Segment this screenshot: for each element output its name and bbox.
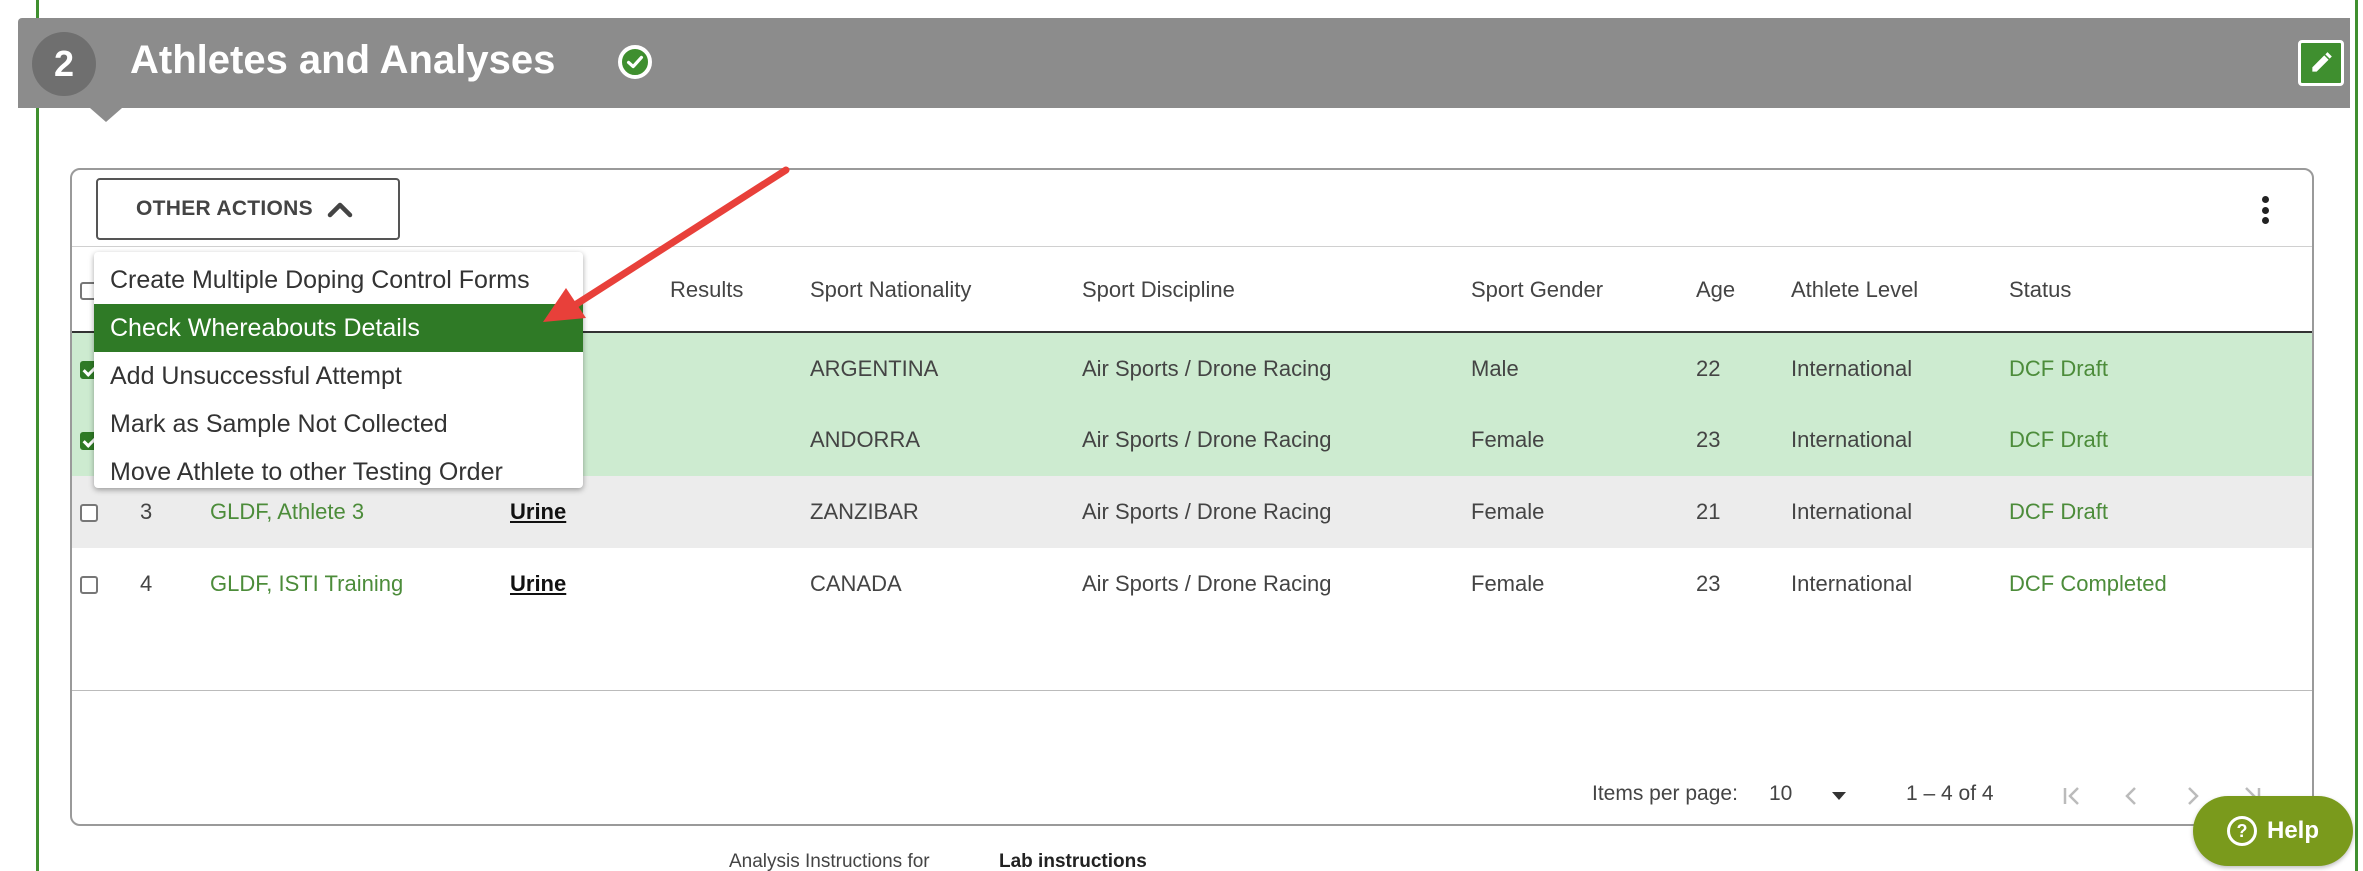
- caret-down-icon[interactable]: [1832, 792, 1846, 800]
- row-checkbox[interactable]: [80, 504, 98, 523]
- prev-page-icon[interactable]: [2112, 776, 2152, 816]
- menu-item-check-whereabouts[interactable]: Check Whereabouts Details: [94, 304, 583, 352]
- items-per-page-select[interactable]: 10: [1769, 782, 1792, 806]
- section-title: Athletes and Analyses: [130, 38, 556, 82]
- other-actions-label: OTHER ACTIONS: [136, 197, 313, 220]
- analyses-link[interactable]: Urine: [510, 571, 566, 596]
- sport-discipline-cell: Air Sports / Drone Racing: [1082, 476, 1471, 548]
- sport-nationality-cell: ANDORRA: [810, 404, 1082, 476]
- status-cell: DCF Draft: [2009, 332, 2312, 404]
- column-header-athlete-level[interactable]: Athlete Level: [1791, 248, 2009, 333]
- athlete-level-cell: International: [1791, 404, 2009, 476]
- sport-gender-cell: Male: [1471, 332, 1696, 404]
- sport-gender-cell: Female: [1471, 571, 1545, 596]
- divider: [72, 690, 2312, 691]
- divider: [72, 246, 2312, 247]
- step-number: 2: [32, 32, 96, 96]
- help-label: Help: [2266, 817, 2319, 844]
- section-header: 2 Athletes and Analyses: [18, 18, 2350, 108]
- analysis-instructions-label: Analysis Instructions for: [729, 851, 930, 871]
- menu-item-add-unsuccessful-attempt[interactable]: Add Unsuccessful Attempt: [94, 352, 583, 400]
- row-checkbox[interactable]: [80, 576, 98, 595]
- age-cell: 23: [1696, 571, 1721, 596]
- age-cell: 22: [1696, 332, 1791, 404]
- pagination-range: 1 – 4 of 4: [1906, 782, 1994, 805]
- athlete-level-cell: International: [1791, 476, 2009, 548]
- edit-section-button[interactable]: [2298, 40, 2344, 86]
- sport-gender-cell: Female: [1471, 476, 1696, 548]
- athlete-level-cell: International: [1791, 571, 1913, 596]
- menu-item-move-athlete[interactable]: Move Athlete to other Testing Order: [94, 448, 583, 496]
- table-row[interactable]: 4 GLDF, ISTI Training Urine CANADA Air S…: [72, 548, 2312, 620]
- sport-discipline-cell: Air Sports / Drone Racing: [1082, 332, 1471, 404]
- chevron-up-icon: [327, 202, 353, 218]
- status-cell: DCF Draft: [2009, 476, 2312, 548]
- row-number: 4: [140, 571, 153, 596]
- athlete-level-cell: International: [1791, 332, 2009, 404]
- pencil-icon: [2312, 52, 2332, 72]
- first-page-icon[interactable]: [2052, 776, 2092, 816]
- check-circle-icon: [618, 45, 652, 79]
- header-pointer: [90, 108, 122, 122]
- items-per-page-label: Items per page:: [1592, 782, 1738, 805]
- menu-item-mark-sample-not-collected[interactable]: Mark as Sample Not Collected: [94, 400, 583, 448]
- sport-nationality-cell: ZANZIBAR: [810, 476, 1082, 548]
- kebab-menu-icon[interactable]: [2262, 196, 2270, 224]
- status-cell: DCF Draft: [2009, 404, 2312, 476]
- column-header-status[interactable]: Status: [2009, 248, 2312, 333]
- menu-item-create-multiple-dcf[interactable]: Create Multiple Doping Control Forms: [94, 256, 583, 304]
- age-cell: 21: [1696, 476, 1791, 548]
- column-header-results[interactable]: Results: [670, 248, 810, 333]
- left-border-rule: [36, 0, 39, 871]
- sport-nationality-cell: CANADA: [810, 571, 902, 596]
- question-icon: ?: [2226, 816, 2257, 846]
- help-button[interactable]: ? Help: [2193, 796, 2353, 866]
- lab-instructions-value: Lab instructions: [999, 851, 1147, 871]
- other-actions-button[interactable]: OTHER ACTIONS: [96, 178, 400, 240]
- athlete-name-link[interactable]: GLDF, ISTI Training: [210, 548, 510, 620]
- column-header-age[interactable]: Age: [1696, 248, 1791, 333]
- sport-gender-cell: Female: [1471, 404, 1696, 476]
- column-header-sport-discipline[interactable]: Sport Discipline: [1082, 248, 1471, 333]
- column-header-sport-gender[interactable]: Sport Gender: [1471, 248, 1696, 333]
- right-border-rule: [2355, 0, 2358, 871]
- status-cell: DCF Completed: [2009, 571, 2167, 596]
- sport-discipline-cell: Air Sports / Drone Racing: [1082, 571, 1332, 596]
- age-cell: 23: [1696, 404, 1791, 476]
- other-actions-menu: Create Multiple Doping Control Forms Che…: [94, 252, 583, 488]
- analyses-link[interactable]: Urine: [510, 499, 566, 524]
- sport-discipline-cell: Air Sports / Drone Racing: [1082, 404, 1471, 476]
- sport-nationality-cell: ARGENTINA: [810, 332, 1082, 404]
- column-header-sport-nationality[interactable]: Sport Nationality: [810, 248, 1082, 333]
